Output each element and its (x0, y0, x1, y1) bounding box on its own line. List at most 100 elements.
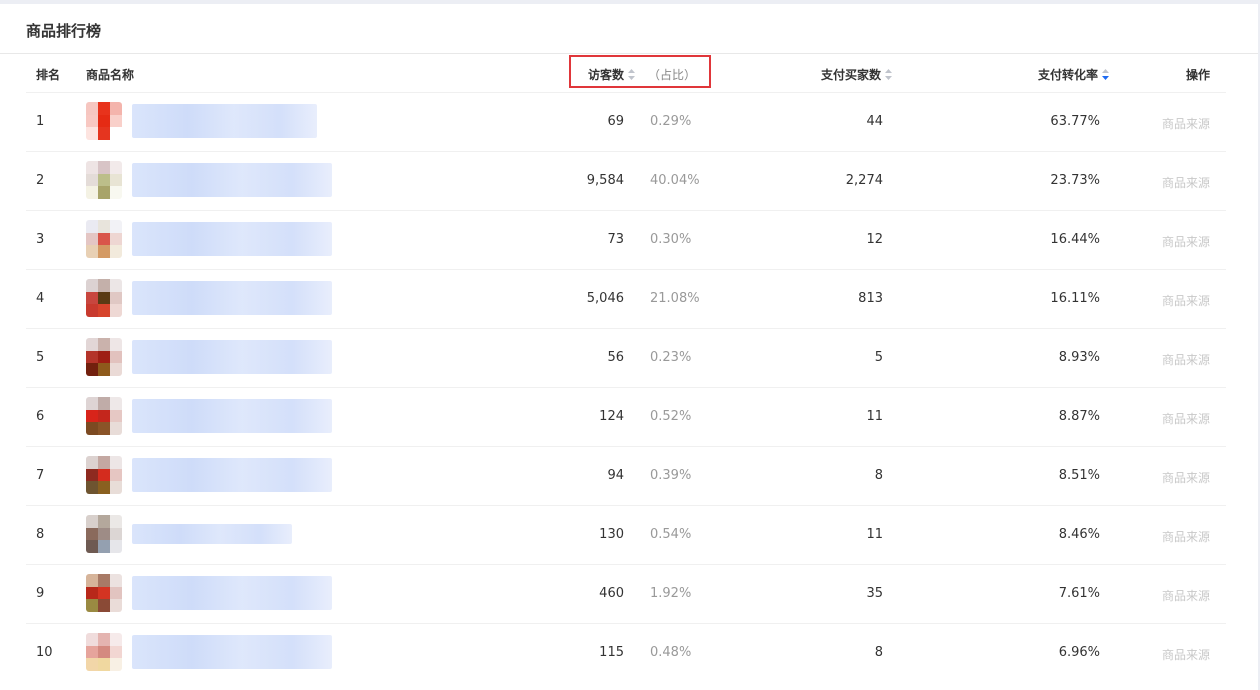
rank-cell: 1 (36, 114, 45, 129)
table-row: 8 130 0.54% 11 8.46% 商品来源 (26, 506, 1226, 565)
sort-descending-icon[interactable] (1102, 69, 1110, 80)
conversion-cell: 8.51% (1058, 468, 1100, 483)
product-thumbnail[interactable] (86, 279, 122, 317)
visitors-cell: 130 (599, 527, 624, 542)
visitors-cell: 73 (607, 232, 624, 247)
conversion-cell: 8.87% (1058, 409, 1100, 424)
product-name-redacted[interactable] (132, 281, 332, 315)
visitors-cell: 9,584 (586, 173, 624, 188)
visitors-cell: 5,046 (586, 291, 624, 306)
sort-neutral-icon[interactable] (885, 69, 893, 80)
buyers-cell: 5 (874, 350, 883, 365)
visitors-cell: 69 (607, 114, 624, 129)
share-cell: 1.92% (650, 586, 692, 601)
product-name-redacted[interactable] (132, 399, 332, 433)
product-source-link[interactable]: 商品来源 (1162, 115, 1210, 132)
table-row: 7 94 0.39% 8 8.51% 商品来源 (26, 447, 1226, 506)
rank-cell: 9 (36, 586, 45, 601)
conversion-cell: 8.93% (1058, 350, 1100, 365)
conversion-cell: 16.44% (1050, 232, 1100, 247)
header-conversion-sort[interactable]: 支付转化率 (1038, 66, 1110, 83)
product-thumbnail[interactable] (86, 220, 122, 258)
share-cell: 0.39% (650, 468, 692, 483)
conversion-cell: 8.46% (1058, 527, 1100, 542)
product-thumbnail[interactable] (86, 102, 122, 140)
product-name-redacted[interactable] (132, 340, 332, 374)
product-thumbnail[interactable] (86, 515, 122, 553)
share-cell: 0.23% (650, 350, 692, 365)
product-name-redacted[interactable] (132, 635, 332, 669)
product-name-redacted[interactable] (132, 222, 332, 256)
buyers-cell: 813 (858, 291, 883, 306)
product-source-link[interactable]: 商品来源 (1162, 410, 1210, 427)
share-cell: 0.30% (650, 232, 692, 247)
share-cell: 0.29% (650, 114, 692, 129)
rank-cell: 8 (36, 527, 45, 542)
product-source-link[interactable]: 商品来源 (1162, 351, 1210, 368)
product-source-link[interactable]: 商品来源 (1162, 292, 1210, 309)
rank-cell: 4 (36, 291, 45, 306)
product-source-link[interactable]: 商品来源 (1162, 528, 1210, 545)
table-row: 4 5,046 21.08% 813 16.11% 商品来源 (26, 270, 1226, 329)
rank-cell: 7 (36, 468, 45, 483)
table-row: 6 124 0.52% 11 8.87% 商品来源 (26, 388, 1226, 447)
header-product-name: 商品名称 (86, 68, 135, 82)
visitors-cell: 94 (607, 468, 624, 483)
header-buyers-label: 支付买家数 (821, 68, 882, 82)
header-rank: 排名 (36, 68, 61, 82)
buyers-cell: 35 (866, 586, 883, 601)
table-row: 5 56 0.23% 5 8.93% 商品来源 (26, 329, 1226, 388)
product-thumbnail[interactable] (86, 338, 122, 376)
product-thumbnail[interactable] (86, 161, 122, 199)
share-cell: 21.08% (650, 291, 700, 306)
buyers-cell: 12 (866, 232, 883, 247)
product-source-link[interactable]: 商品来源 (1162, 233, 1210, 250)
conversion-cell: 23.73% (1050, 173, 1100, 188)
product-name-redacted[interactable] (132, 163, 332, 197)
product-thumbnail[interactable] (86, 574, 122, 612)
buyers-cell: 44 (866, 114, 883, 129)
product-thumbnail[interactable] (86, 397, 122, 435)
conversion-cell: 63.77% (1050, 114, 1100, 129)
visitors-cell: 460 (599, 586, 624, 601)
rank-cell: 3 (36, 232, 45, 247)
title-bar: 商品排行榜 (0, 4, 1258, 54)
product-name-redacted[interactable] (132, 458, 332, 492)
product-source-link[interactable]: 商品来源 (1162, 174, 1210, 191)
table-row: 1 69 0.29% 44 63.77% 商品来源 (26, 93, 1226, 152)
rank-cell: 6 (36, 409, 45, 424)
table-row: 3 73 0.30% 12 16.44% 商品来源 (26, 211, 1226, 270)
product-source-link[interactable]: 商品来源 (1162, 587, 1210, 604)
product-name-redacted[interactable] (132, 104, 317, 138)
product-name-redacted[interactable] (132, 576, 332, 610)
product-name-redacted[interactable] (132, 524, 292, 544)
share-cell: 40.04% (650, 173, 700, 188)
product-source-link[interactable]: 商品来源 (1162, 646, 1210, 663)
table-row: 2 9,584 40.04% 2,274 23.73% 商品来源 (26, 152, 1226, 211)
product-thumbnail[interactable] (86, 456, 122, 494)
table-body: 1 69 0.29% 44 63.77% 商品来源 2 9,584 40.04%… (26, 93, 1226, 682)
visitors-cell: 115 (599, 645, 624, 660)
buyers-cell: 8 (874, 468, 883, 483)
visitors-highlight-box (569, 55, 711, 88)
share-cell: 0.48% (650, 645, 692, 660)
conversion-cell: 6.96% (1058, 645, 1100, 660)
product-source-link[interactable]: 商品来源 (1162, 469, 1210, 486)
visitors-cell: 56 (607, 350, 624, 365)
header-conversion-label: 支付转化率 (1038, 68, 1099, 82)
buyers-cell: 11 (866, 527, 883, 542)
page-title: 商品排行榜 (26, 22, 102, 40)
conversion-cell: 16.11% (1050, 291, 1100, 306)
visitors-cell: 124 (599, 409, 624, 424)
rank-cell: 2 (36, 173, 45, 188)
share-cell: 0.52% (650, 409, 692, 424)
buyers-cell: 2,274 (845, 173, 883, 188)
header-action: 操作 (1186, 68, 1211, 82)
conversion-cell: 7.61% (1058, 586, 1100, 601)
buyers-cell: 11 (866, 409, 883, 424)
rank-cell: 5 (36, 350, 45, 365)
product-thumbnail[interactable] (86, 633, 122, 671)
header-buyers-sort[interactable]: 支付买家数 (821, 66, 893, 83)
rank-cell: 10 (36, 645, 53, 660)
share-cell: 0.54% (650, 527, 692, 542)
